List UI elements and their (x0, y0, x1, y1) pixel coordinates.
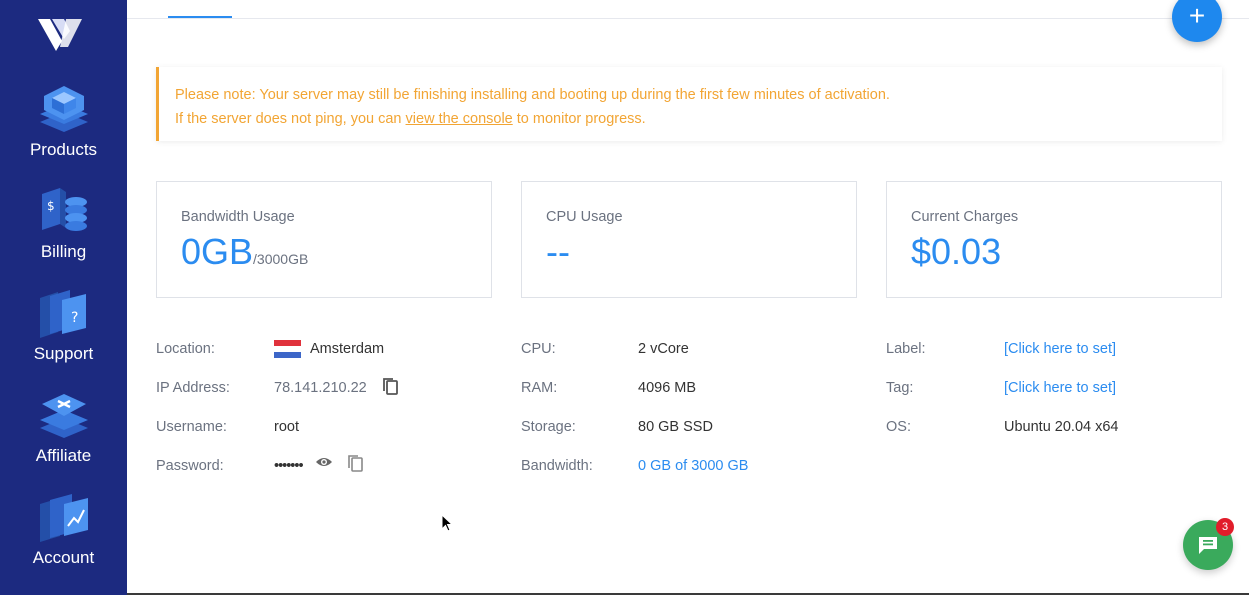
cpu-label: CPU: (521, 341, 556, 357)
username-label: Username: (156, 419, 227, 435)
tag-label: Tag: (886, 380, 914, 396)
notice-text: If the server does not ping, you can (175, 111, 406, 127)
sidebar-item-support[interactable]: ? Support (0, 288, 127, 384)
notice-line-1: Please note: Your server may still be fi… (175, 87, 890, 103)
chat-button[interactable]: 3 (1183, 518, 1234, 570)
location-value: Amsterdam (310, 341, 385, 357)
os-value: Ubuntu 20.04 x64 (1004, 419, 1119, 435)
storage-value: 80 GB SSD (638, 419, 713, 435)
location-label: Location: (156, 341, 215, 357)
cpu-info-value: 2 vCore (638, 341, 689, 357)
netherlands-flag-icon (274, 340, 301, 358)
password-value: ••••••• (274, 458, 304, 474)
sidebar-item-products[interactable]: Products (0, 82, 127, 178)
notification-badge: 3 (1216, 518, 1234, 536)
account-icon (39, 494, 88, 542)
activation-notice: Please note: Your server may still be fi… (156, 67, 1222, 141)
billing-icon: $ (41, 188, 87, 231)
sidebar-item-label: Billing (40, 242, 87, 261)
ram-value: 4096 MB (638, 380, 697, 396)
view-console-link[interactable]: view the console (406, 111, 513, 127)
bandwidth-usage-card: Bandwidth Usage 0GB/3000GB (156, 181, 492, 298)
password-label: Password: (156, 458, 224, 474)
sidebar-item-account[interactable]: Account (0, 490, 127, 586)
card-title: CPU Usage (546, 209, 623, 225)
bandwidth-value: 0GB/3000GB (181, 231, 467, 273)
set-tag-link[interactable]: [Click here to set] (1004, 380, 1116, 396)
server-label-label: Label: (886, 341, 926, 357)
mouse-cursor-icon (441, 514, 453, 532)
storage-label: Storage: (521, 419, 576, 435)
bandwidth-total: /3000GB (253, 251, 309, 267)
bandwidth-used: 0GB (181, 231, 254, 272)
os-label: OS: (886, 419, 911, 435)
ram-label: RAM: (521, 380, 558, 396)
sidebar-item-label: Support (33, 344, 94, 363)
chat-icon (1199, 537, 1217, 554)
bandwidth-link[interactable]: 0 GB of 3000 GB (638, 458, 748, 474)
sidebar-item-affiliate[interactable]: Affiliate (0, 390, 127, 486)
tab-bar (127, 0, 1249, 19)
affiliate-icon (39, 394, 88, 438)
card-title: Bandwidth Usage (181, 209, 295, 225)
svg-text:?: ? (71, 310, 78, 326)
sidebar-item-label: Affiliate (35, 446, 92, 465)
notice-line-2: If the server does not ping, you can vie… (175, 107, 1206, 131)
main-content: + Please note: Your server may still be … (127, 0, 1249, 595)
ip-address-label: IP Address: (156, 380, 230, 396)
add-button[interactable]: + (1172, 0, 1222, 42)
eye-icon[interactable] (315, 455, 333, 469)
username-value: root (274, 419, 299, 435)
active-tab-indicator (168, 16, 232, 18)
cpu-usage-card: CPU Usage -- (521, 181, 857, 298)
charges-value: $0.03 (911, 231, 1002, 272)
cpu-value: -- (546, 231, 570, 272)
card-title: Current Charges (911, 209, 1019, 225)
products-icon (39, 86, 88, 132)
notice-text: to monitor progress. (512, 111, 646, 127)
current-charges-card: Current Charges $0.03 (886, 181, 1222, 298)
ip-address-value: 78.141.210.22 (274, 380, 367, 396)
sidebar: Products $ Billing ? Support Affiliate A… (0, 0, 127, 595)
sidebar-item-label: Account (32, 548, 95, 567)
vultr-logo[interactable] (38, 17, 82, 57)
plus-icon: + (1188, 0, 1206, 31)
bandwidth-label: Bandwidth: (521, 458, 593, 474)
copy-icon[interactable] (382, 377, 399, 396)
set-label-link[interactable]: [Click here to set] (1004, 341, 1116, 357)
copy-icon[interactable] (347, 454, 364, 473)
sidebar-item-billing[interactable]: $ Billing (0, 186, 127, 282)
sidebar-item-label: Products (29, 140, 98, 159)
support-icon: ? (39, 290, 86, 338)
svg-text:$: $ (47, 199, 55, 213)
